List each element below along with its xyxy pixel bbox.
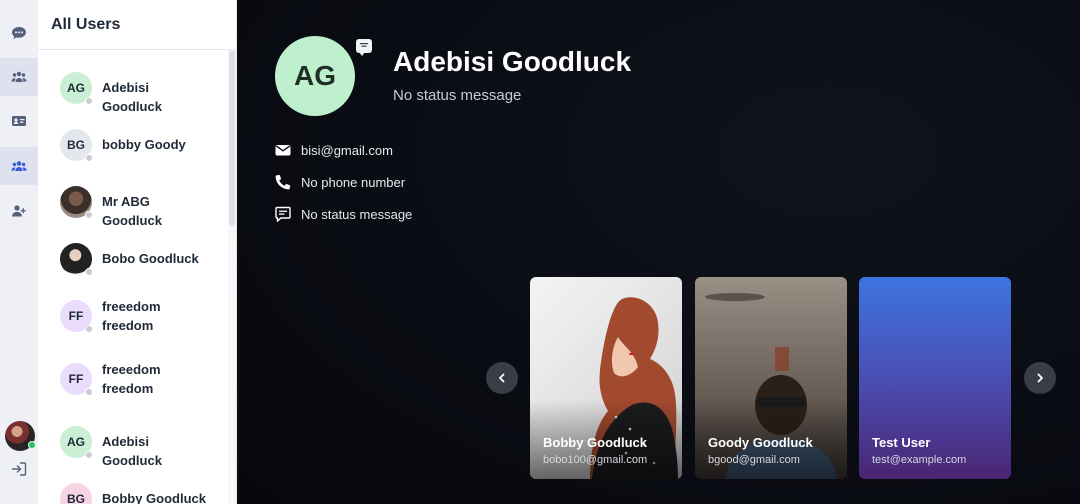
email-row: bisi@gmail.com [275,142,393,158]
phone-text: No phone number [301,174,406,190]
offline-status-dot [85,154,93,162]
user-name: Bobo Goodluck [102,251,199,266]
chat-icon [360,43,368,47]
user-avatar: AG [60,72,93,105]
chats-nav-button[interactable] [0,14,38,52]
groups-nav-button[interactable] [0,58,38,96]
offline-status-dot [85,211,93,219]
all-users-nav-button[interactable] [0,147,38,185]
user-list-item[interactable]: FF freeedom freedom [38,291,228,341]
user-list-item[interactable]: AG Adebisi Goodluck [38,63,228,114]
icon-rail [0,0,38,504]
user-card[interactable]: Test User test@example.com [859,277,1011,479]
online-status-dot [28,441,36,449]
user-avatar: FF [60,363,93,396]
phone-row: No phone number [275,174,405,190]
users-icon [11,161,27,171]
card-email: bgood@gmail.com [708,454,800,466]
user-avatar [60,243,93,276]
contacts-nav-button[interactable] [0,102,38,140]
user-avatar: AG [60,426,93,459]
card-email: bobo100@gmail.com [543,454,648,466]
logout-button[interactable] [0,450,38,488]
offline-status-dot [85,451,93,459]
profile-avatar: AG [275,36,355,116]
panel-title: All Users [38,0,236,50]
chevron-left-icon [499,373,505,383]
card-name: Bobby Goodluck [543,435,647,450]
card-name: Test User [872,435,931,450]
user-name: Adebisi Goodluck [102,434,162,468]
offline-status-dot [85,388,93,396]
chat-bubble-icon [12,27,26,39]
envelope-icon [275,145,291,156]
profile-name: Adebisi Goodluck [393,46,632,77]
logout-icon [11,462,27,476]
profile-view: AG Adebisi Goodluck No status message bi… [238,0,1080,504]
user-list-item[interactable]: Mr ABG Goodluck [38,177,228,228]
phone-icon [275,174,291,190]
people-group-icon [11,71,27,82]
user-plus-icon [12,205,26,217]
email-text: bisi@gmail.com [301,142,393,158]
users-panel: All Users AG Adebisi Goodluck BG bobby Good… [38,0,237,504]
offline-status-dot [85,97,93,105]
user-list-item[interactable]: BG Bobby Goodluck [38,474,228,504]
add-user-nav-button[interactable] [0,192,38,230]
offline-status-dot [85,268,93,276]
current-user-avatar[interactable] [5,421,36,451]
user-list-item[interactable]: FF freeedom freedom [38,354,228,404]
user-name: Adebisi Goodluck [102,80,162,114]
user-avatar: BG [60,129,93,162]
user-name: Bobby Goodluck [102,491,206,504]
user-list-item[interactable]: AG Adebisi Goodluck [38,417,228,468]
status-text: No status message [301,206,413,222]
user-avatar: BG [60,483,92,504]
user-name: freeedom freedom [102,362,161,396]
user-avatar: FF [60,300,93,333]
card-name: Goody Goodluck [708,435,813,450]
user-list-item[interactable]: Bobo Goodluck [38,234,228,284]
id-card-icon [12,116,26,126]
chevron-right-icon [1037,373,1043,383]
user-list-item[interactable]: BG bobby Goody [38,120,228,170]
user-card[interactable]: Goody Goodluck bgood@gmail.com [695,277,847,479]
offline-status-dot [85,325,93,333]
profile-status: No status message [393,87,522,104]
user-name: Mr ABG Goodluck [102,194,162,228]
carousel-prev-button[interactable] [486,362,518,394]
user-avatar [60,186,93,219]
status-row: No status message [275,206,412,222]
user-card[interactable]: Bobby Goodluck bobo100@gmail.com [530,277,682,479]
message-square-icon [275,206,291,222]
carousel-next-button[interactable] [1024,362,1056,394]
scrollbar-thumb[interactable] [229,50,235,226]
user-name: freeedom freedom [102,299,161,333]
user-name: bobby Goody [102,137,186,152]
message-user-button[interactable] [356,39,372,56]
card-email: test@example.com [872,454,967,466]
